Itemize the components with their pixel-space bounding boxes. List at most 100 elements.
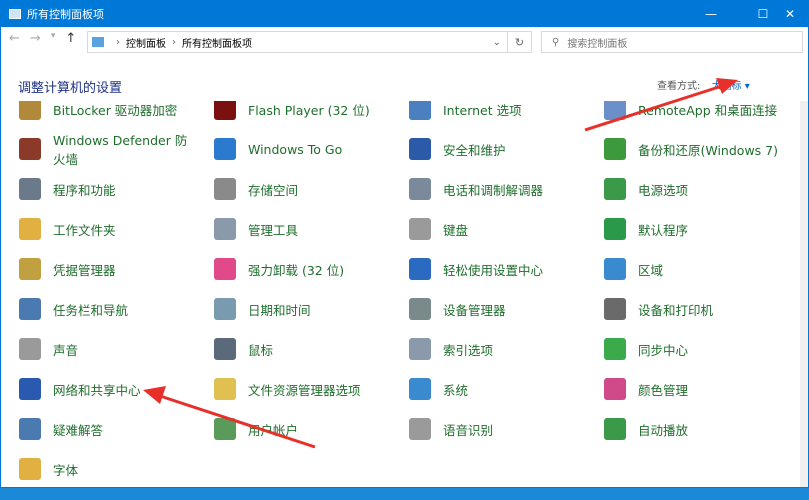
control-panel-item[interactable]: Internet 选项 xyxy=(391,101,586,129)
control-panel-item[interactable]: 颜色管理 xyxy=(586,369,781,409)
control-panel-item[interactable]: BitLocker 驱动器加密 xyxy=(1,101,196,129)
item-label: 索引选项 xyxy=(443,342,494,358)
recent-locations-button[interactable]: ▾ xyxy=(51,31,56,46)
control-panel-item[interactable]: 字体 xyxy=(1,449,196,487)
control-panel-item[interactable]: 工作文件夹 xyxy=(1,209,196,249)
item-label: 自动播放 xyxy=(638,422,689,438)
control-panel-item[interactable]: 强力卸载 (32 位) xyxy=(196,249,391,289)
item-label: 声音 xyxy=(53,342,79,358)
control-panel-item[interactable]: 轻松使用设置中心 xyxy=(391,249,586,289)
control-panel-item[interactable]: 程序和功能 xyxy=(1,169,196,209)
control-panel-item[interactable]: 日期和时间 xyxy=(196,289,391,329)
control-panel-item[interactable]: 电话和调制解调器 xyxy=(391,169,586,209)
up-button[interactable]: ↑ xyxy=(65,31,76,46)
item-label: 备份和还原(Windows 7) xyxy=(638,142,778,158)
item-icon xyxy=(604,178,626,200)
item-icon xyxy=(409,101,431,120)
item-icon xyxy=(19,338,41,360)
item-label: 鼠标 xyxy=(248,342,274,358)
control-panel-item[interactable]: 管理工具 xyxy=(196,209,391,249)
scrollbar[interactable] xyxy=(800,101,808,487)
control-panel-item[interactable]: 凭据管理器 xyxy=(1,249,196,289)
search-box[interactable]: ⚲ 搜索控制面板 xyxy=(541,31,803,53)
address-dropdown-icon[interactable]: ⌄ xyxy=(493,37,501,48)
item-label: 颜色管理 xyxy=(638,382,689,398)
item-label: 存储空间 xyxy=(248,182,299,198)
control-panel-item[interactable]: 区域 xyxy=(586,249,781,289)
control-panel-item[interactable]: 默认程序 xyxy=(586,209,781,249)
item-icon xyxy=(604,338,626,360)
view-by: 查看方式: 大图标 ▾ xyxy=(657,77,750,92)
item-icon xyxy=(409,298,431,320)
control-panel-item[interactable]: 疑难解答 xyxy=(1,409,196,449)
item-icon xyxy=(409,138,431,160)
control-panel-item[interactable]: RemoteApp 和桌面连接 xyxy=(586,101,781,129)
breadcrumb-separator: › xyxy=(172,36,176,48)
item-label: 文件资源管理器选项 xyxy=(248,382,361,398)
control-panel-item[interactable]: 文件资源管理器选项 xyxy=(196,369,391,409)
item-label: 日期和时间 xyxy=(248,302,311,318)
item-label: 强力卸载 (32 位) xyxy=(248,262,345,278)
item-label: Flash Player (32 位) xyxy=(248,102,370,118)
breadcrumb-all-items[interactable]: 所有控制面板项 xyxy=(182,35,252,50)
item-label: 系统 xyxy=(443,382,469,398)
control-panel-item[interactable]: 安全和维护 xyxy=(391,129,586,169)
control-panel-item[interactable]: 索引选项 xyxy=(391,329,586,369)
item-label: 疑难解答 xyxy=(53,422,104,438)
control-panel-item[interactable]: 设备管理器 xyxy=(391,289,586,329)
control-panel-item[interactable]: 鼠标 xyxy=(196,329,391,369)
item-label: 轻松使用设置中心 xyxy=(443,262,544,278)
control-panel-item[interactable]: 键盘 xyxy=(391,209,586,249)
control-panel-item[interactable]: 备份和还原(Windows 7) xyxy=(586,129,781,169)
item-icon xyxy=(604,101,626,120)
forward-button[interactable]: → xyxy=(30,31,41,46)
refresh-button[interactable]: ↻ xyxy=(507,32,531,52)
item-icon xyxy=(409,338,431,360)
control-panel-item[interactable]: 同步中心 xyxy=(586,329,781,369)
control-panel-item[interactable]: 任务栏和导航 xyxy=(1,289,196,329)
item-icon xyxy=(19,298,41,320)
minimize-button[interactable]: — xyxy=(691,1,731,27)
breadcrumb-control-panel[interactable]: 控制面板 xyxy=(126,35,166,50)
item-icon xyxy=(19,458,41,480)
control-panel-item[interactable]: 电源选项 xyxy=(586,169,781,209)
title-bar: 所有控制面板项 xyxy=(1,1,808,27)
control-panel-item[interactable]: 设备和打印机 xyxy=(586,289,781,329)
item-label: 程序和功能 xyxy=(53,182,116,198)
item-icon xyxy=(214,101,236,120)
item-label: Windows To Go xyxy=(248,141,343,157)
back-button[interactable]: ← xyxy=(9,31,20,46)
control-panel-item[interactable]: Windows To Go xyxy=(196,129,391,169)
item-label: 凭据管理器 xyxy=(53,262,116,278)
view-by-dropdown[interactable]: 大图标 ▾ xyxy=(712,81,750,92)
item-label: 默认程序 xyxy=(638,222,689,238)
item-label: 电话和调制解调器 xyxy=(443,182,544,198)
item-label: 设备管理器 xyxy=(443,302,506,318)
search-icon: ⚲ xyxy=(552,36,560,48)
item-icon xyxy=(409,258,431,280)
item-icon xyxy=(409,418,431,440)
item-icon xyxy=(19,418,41,440)
item-icon xyxy=(604,138,626,160)
control-panel-item[interactable]: 网络和共享中心 xyxy=(1,369,196,409)
control-panel-item[interactable]: 存储空间 xyxy=(196,169,391,209)
item-label: RemoteApp 和桌面连接 xyxy=(638,102,778,118)
item-label: 管理工具 xyxy=(248,222,299,238)
control-panel-item[interactable]: Flash Player (32 位) xyxy=(196,101,391,129)
item-icon xyxy=(214,418,236,440)
control-panel-item[interactable]: 用户帐户 xyxy=(196,409,391,449)
close-button[interactable]: ✕ xyxy=(771,1,809,27)
search-input[interactable]: 搜索控制面板 xyxy=(567,35,627,50)
item-label: 网络和共享中心 xyxy=(53,382,141,398)
item-icon xyxy=(19,101,41,120)
control-panel-item[interactable]: 声音 xyxy=(1,329,196,369)
control-panel-icon xyxy=(92,37,104,47)
control-panel-item[interactable]: 系统 xyxy=(391,369,586,409)
item-icon xyxy=(604,298,626,320)
control-panel-item[interactable]: 语音识别 xyxy=(391,409,586,449)
control-panel-item[interactable]: Windows Defender 防火墙 xyxy=(1,129,196,169)
control-panel-icon xyxy=(9,9,21,19)
address-bar[interactable]: › 控制面板 › 所有控制面板项 ⌄ ↻ xyxy=(87,31,532,53)
item-label: 区域 xyxy=(638,262,664,278)
control-panel-item[interactable]: 自动播放 xyxy=(586,409,781,449)
